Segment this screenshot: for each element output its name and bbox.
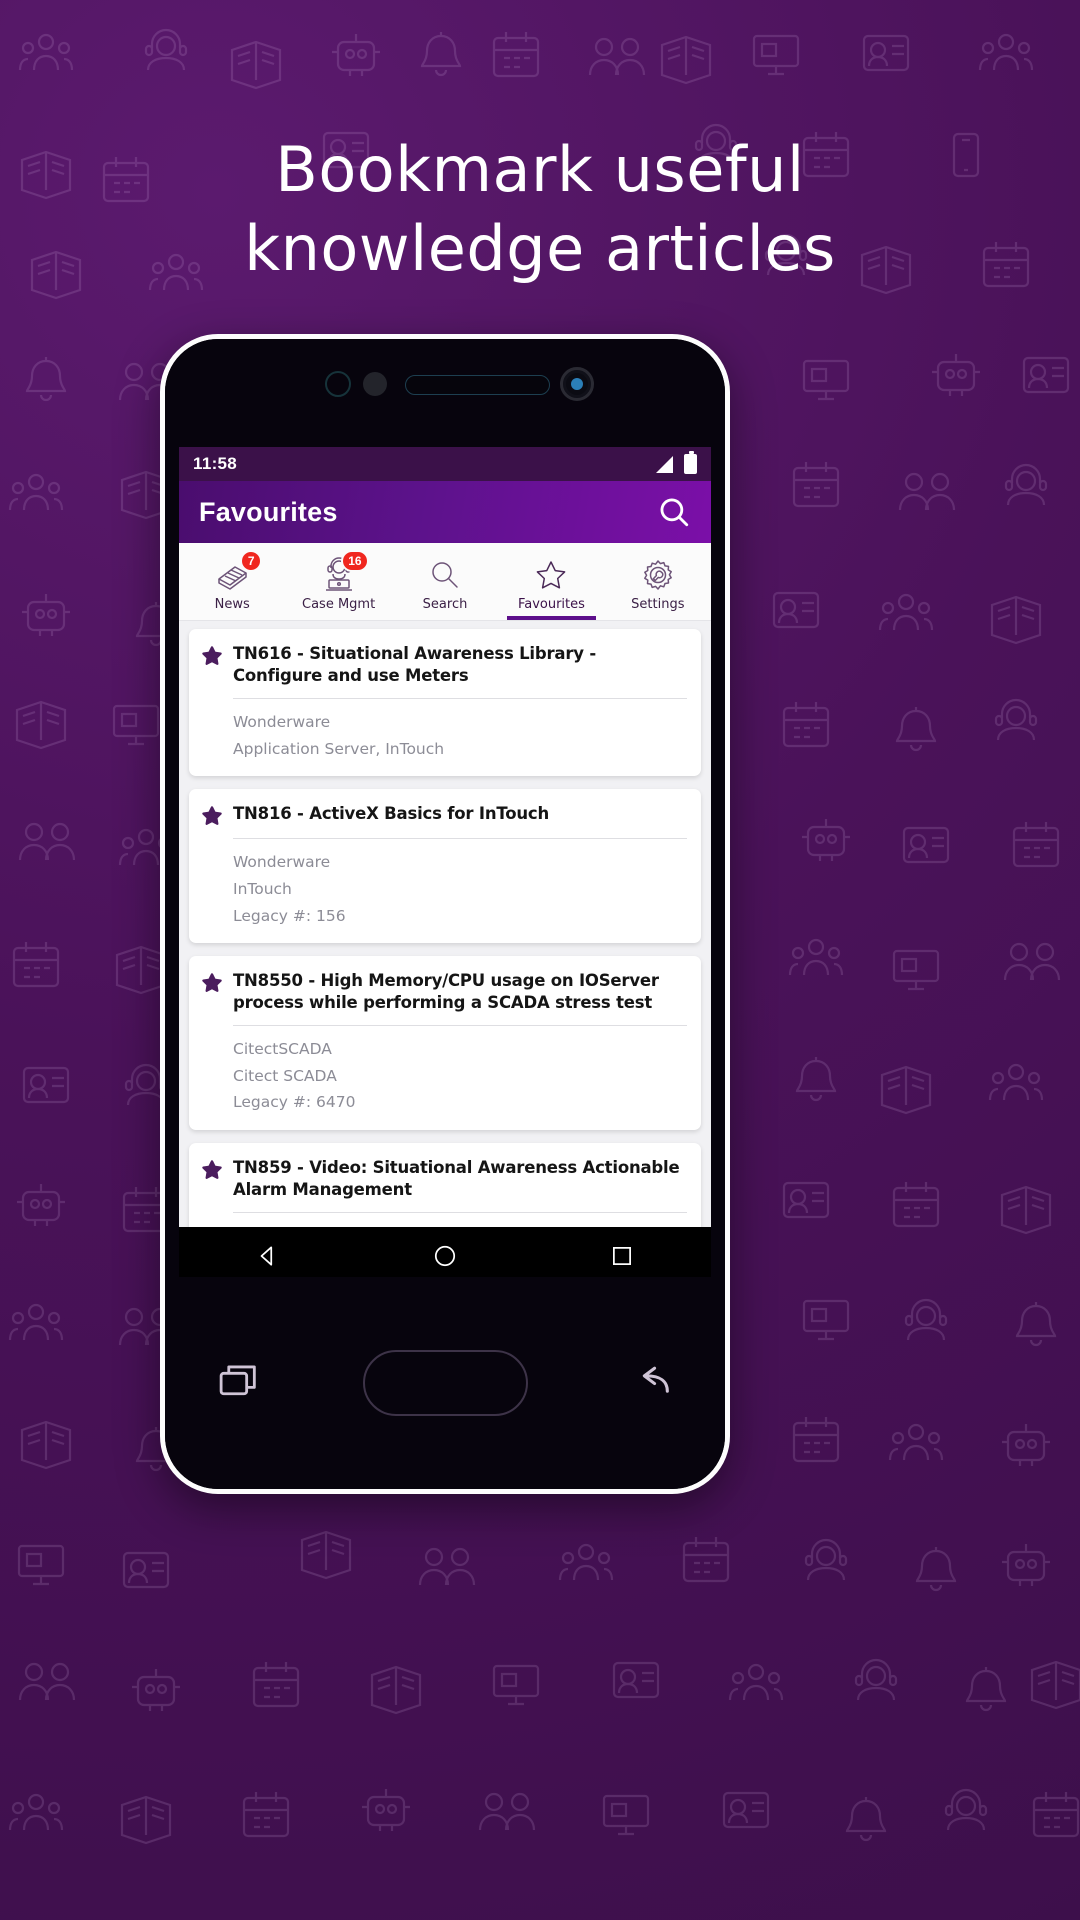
article-meta-line: InTouch xyxy=(233,879,292,898)
article-meta-line: Legacy #: 6470 xyxy=(233,1093,356,1112)
tab-settings[interactable]: Settings xyxy=(605,543,711,620)
article-card[interactable]: TN859 - Video: Situational Awareness Act… xyxy=(189,1143,701,1227)
article-card[interactable]: TN8550 - High Memory/CPU usage on IOServ… xyxy=(189,956,701,1130)
hardware-key-strip xyxy=(165,1277,725,1489)
headline-line-2: knowledge articles xyxy=(244,212,836,286)
article-meta: Wonderware Application Server, InTouch xyxy=(233,709,687,762)
search-icon xyxy=(425,556,465,594)
article-title: TN859 - Video: Situational Awareness Act… xyxy=(233,1158,680,1199)
article-meta: Wonderware InTouch Legacy #: 156 xyxy=(233,849,687,929)
phone-bezel-top xyxy=(165,339,725,447)
page-title: Favourites xyxy=(199,496,338,527)
article-meta-line: Legacy #: 156 xyxy=(233,906,346,925)
home-key-icon[interactable] xyxy=(362,1350,528,1416)
star-outline-icon xyxy=(531,556,571,594)
tab-case-mgmt[interactable]: 16 Case Mgmt xyxy=(285,543,391,620)
news-badge: 7 xyxy=(240,549,263,572)
article-meta-line: Citect SCADA xyxy=(233,1066,337,1085)
status-bar-icons xyxy=(656,451,697,474)
support-agent-icon: 16 xyxy=(319,549,369,594)
phone-screen: 11:58 Favourites 7 News 16 Case Mgmt Sea… xyxy=(179,447,711,1227)
gear-wrench-icon xyxy=(638,556,678,594)
status-bar: 11:58 xyxy=(179,447,711,481)
card-divider xyxy=(233,1025,687,1027)
battery-full-icon xyxy=(684,451,697,474)
back-key-icon[interactable] xyxy=(629,1358,675,1409)
search-icon[interactable] xyxy=(657,495,691,529)
tab-search-label: Search xyxy=(422,596,468,612)
star-filled-icon[interactable] xyxy=(201,1159,223,1181)
earpiece-speaker xyxy=(405,375,550,395)
phone-mockup: 11:58 Favourites 7 News 16 Case Mgmt Sea… xyxy=(160,334,730,1494)
app-bar: Favourites xyxy=(179,481,711,543)
article-title: TN816 - ActiveX Basics for InTouch xyxy=(233,804,550,824)
recents-key-icon[interactable] xyxy=(216,1358,262,1409)
article-card[interactable]: TN816 - ActiveX Basics for InTouch Wonde… xyxy=(189,789,701,944)
tab-favourites-label: Favourites xyxy=(517,596,585,612)
star-filled-icon[interactable] xyxy=(201,645,223,667)
article-meta: CitectSCADA Citect SCADA Legacy #: 6470 xyxy=(233,1036,687,1116)
recents-square-icon[interactable] xyxy=(609,1243,635,1274)
status-bar-time: 11:58 xyxy=(193,454,238,473)
tab-news[interactable]: 7 News xyxy=(179,543,285,620)
article-card-header: TN859 - Video: Situational Awareness Act… xyxy=(201,1157,687,1201)
article-title: TN616 - Situational Awareness Library - … xyxy=(233,644,597,685)
article-meta-line: CitectSCADA xyxy=(233,1040,332,1059)
card-divider xyxy=(233,697,687,699)
card-divider xyxy=(233,1211,687,1213)
back-triangle-icon[interactable] xyxy=(255,1243,281,1274)
article-card-header: TN8550 - High Memory/CPU usage on IOServ… xyxy=(201,970,687,1014)
favourites-list[interactable]: TN616 - Situational Awareness Library - … xyxy=(179,621,711,1227)
star-filled-icon[interactable] xyxy=(201,972,223,994)
article-meta-line: Application Server, InTouch xyxy=(233,739,445,758)
card-divider xyxy=(233,838,687,840)
headline-line-1: Bookmark useful xyxy=(275,133,805,206)
front-camera-icon xyxy=(560,367,594,401)
home-circle-icon[interactable] xyxy=(432,1243,458,1274)
promo-headline: Bookmark useful knowledge articles xyxy=(0,130,1080,289)
article-card[interactable]: TN616 - Situational Awareness Library - … xyxy=(189,629,701,777)
star-filled-icon[interactable] xyxy=(201,805,223,827)
tab-favourites[interactable]: Favourites xyxy=(498,543,604,620)
article-title: TN8550 - High Memory/CPU usage on IOServ… xyxy=(233,971,659,1013)
article-card-header: TN616 - Situational Awareness Library - … xyxy=(201,643,687,687)
proximity-sensor-icon xyxy=(325,371,351,397)
tab-settings-label: Settings xyxy=(631,596,685,612)
case-mgmt-badge: 16 xyxy=(341,549,369,572)
newspaper-icon: 7 xyxy=(212,549,263,594)
tab-case-mgmt-label: Case Mgmt xyxy=(302,596,376,612)
tab-search[interactable]: Search xyxy=(392,543,498,620)
article-meta-line: Wonderware xyxy=(233,712,331,731)
article-meta-line: Wonderware xyxy=(233,853,331,872)
tab-bar: 7 News 16 Case Mgmt Search Favourites Se… xyxy=(179,543,711,621)
signal-bars-icon xyxy=(656,455,673,473)
light-sensor-icon xyxy=(363,372,387,396)
tab-news-label: News xyxy=(214,596,250,612)
article-card-header: TN816 - ActiveX Basics for InTouch xyxy=(201,803,687,827)
